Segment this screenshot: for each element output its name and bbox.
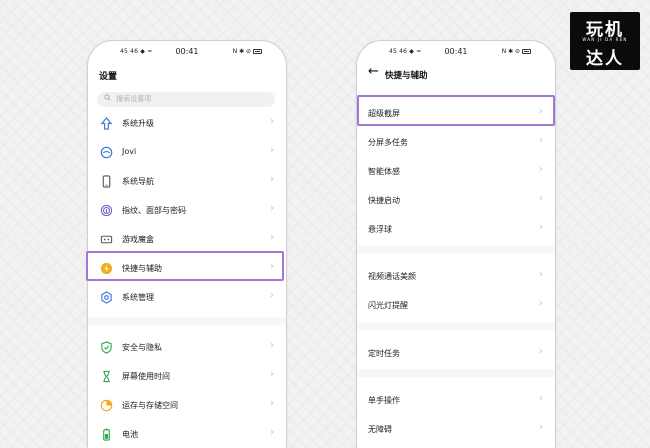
chevron-right-icon: › bbox=[270, 174, 274, 185]
battery-icon bbox=[99, 427, 113, 441]
shortcut-item-label: 智能体感 bbox=[368, 167, 400, 176]
settings-item-label: 指纹、面部与密码 bbox=[122, 206, 186, 215]
chevron-right-icon: › bbox=[270, 203, 274, 214]
shortcut-item-scheduled-tasks[interactable]: 定时任务 › bbox=[357, 339, 555, 367]
chevron-right-icon: › bbox=[539, 222, 543, 233]
settings-item-system-navigation[interactable]: 系统导航 › bbox=[88, 167, 286, 195]
shortcut-item-label: 分屏多任务 bbox=[368, 138, 408, 147]
status-bar: 45 46 ◆ ≈ 00:41 N ✱ ⊘ bbox=[88, 41, 286, 63]
chevron-right-icon: › bbox=[270, 369, 274, 380]
section-divider bbox=[357, 369, 555, 377]
shortcut-item-smart-motion[interactable]: 智能体感 › bbox=[357, 157, 555, 185]
back-arrow-icon[interactable]: ← bbox=[368, 64, 379, 79]
chevron-right-icon: › bbox=[539, 193, 543, 204]
phone-icon bbox=[99, 174, 113, 188]
chevron-right-icon: › bbox=[270, 232, 274, 243]
settings-item-battery[interactable]: 电池 › bbox=[88, 420, 286, 448]
brand-logo: 玩机 WAN JI DA REN 达人 bbox=[570, 12, 640, 70]
shortcut-item-one-handed[interactable]: 单手操作 › bbox=[357, 386, 555, 414]
shortcut-item-split-screen[interactable]: 分屏多任务 › bbox=[357, 128, 555, 156]
chevron-right-icon: › bbox=[539, 164, 543, 175]
battery-status-icon bbox=[522, 49, 531, 54]
search-icon bbox=[104, 92, 111, 107]
settings-item-label: 系统管理 bbox=[122, 293, 154, 302]
section-divider bbox=[357, 322, 555, 330]
page-title: 设置 bbox=[99, 72, 118, 82]
settings-item-system-update[interactable]: 系统升级 › bbox=[88, 109, 286, 137]
chevron-right-icon: › bbox=[539, 135, 543, 146]
shortcut-item-quick-launch[interactable]: 快捷启动 › bbox=[357, 186, 555, 214]
search-placeholder: 搜索设置项 bbox=[116, 95, 152, 103]
status-icons-text: N ✱ ⊘ bbox=[501, 48, 521, 55]
settings-phone: 45 46 ◆ ≈ 00:41 N ✱ ⊘ 设置 搜索设置项 系统升级 › Jo… bbox=[87, 40, 287, 448]
logo-line-2: 达人 bbox=[586, 49, 624, 69]
status-icons-text: N ✱ ⊘ bbox=[232, 48, 252, 55]
chevron-right-icon: › bbox=[539, 346, 543, 357]
settings-item-security-privacy[interactable]: 安全与隐私 › bbox=[88, 333, 286, 361]
chevron-right-icon: › bbox=[539, 422, 543, 433]
settings-item-storage[interactable]: 运存与存储空间 › bbox=[88, 391, 286, 419]
settings-item-label: 运存与存储空间 bbox=[122, 401, 178, 410]
settings-item-jovi[interactable]: Jovi › bbox=[88, 138, 286, 166]
settings-item-game-box[interactable]: 游戏魔盒 › bbox=[88, 225, 286, 253]
shortcut-item-label: 闪光灯提醒 bbox=[368, 301, 408, 310]
shield-icon bbox=[99, 340, 113, 354]
logo-tagline: WAN JI DA REN bbox=[582, 37, 628, 42]
status-icons: N ✱ ⊘ bbox=[233, 48, 262, 55]
hourglass-icon bbox=[99, 369, 113, 383]
settings-item-label: 屏幕使用时间 bbox=[122, 372, 170, 381]
settings-item-label: 电池 bbox=[122, 430, 138, 439]
arrow-up-icon bbox=[99, 116, 113, 130]
highlight-box-shortcuts bbox=[86, 251, 284, 281]
jovi-icon bbox=[99, 145, 113, 159]
shortcut-item-label: 悬浮球 bbox=[368, 225, 392, 234]
settings-item-label: 游戏魔盒 bbox=[122, 235, 154, 244]
battery-status-icon bbox=[253, 49, 262, 54]
game-box-icon bbox=[99, 232, 113, 246]
shortcut-item-video-beauty[interactable]: 视频通话美颜 › bbox=[357, 262, 555, 290]
chevron-right-icon: › bbox=[270, 290, 274, 301]
shortcut-item-floating-ball[interactable]: 悬浮球 › bbox=[357, 215, 555, 243]
settings-item-screen-time[interactable]: 屏幕使用时间 › bbox=[88, 362, 286, 390]
shortcut-item-label: 无障碍 bbox=[368, 425, 392, 434]
section-divider bbox=[357, 246, 555, 254]
shortcut-item-label: 快捷启动 bbox=[368, 196, 400, 205]
shortcut-item-label: 视频通话美颜 bbox=[368, 272, 416, 281]
highlight-box-super-screenshot bbox=[357, 95, 555, 126]
gear-icon bbox=[99, 290, 113, 304]
page-title: 快捷与辅助 bbox=[385, 71, 428, 81]
status-bar: 45 46 ◆ ≈ 00:41 N ✱ ⊘ bbox=[357, 41, 555, 63]
chevron-right-icon: › bbox=[539, 269, 543, 280]
chevron-right-icon: › bbox=[270, 340, 274, 351]
settings-item-label: 系统升级 bbox=[122, 119, 154, 128]
settings-item-label: 安全与隐私 bbox=[122, 343, 162, 352]
shortcut-item-label: 定时任务 bbox=[368, 349, 400, 358]
shortcut-item-accessibility[interactable]: 无障碍 › bbox=[357, 415, 555, 443]
chevron-right-icon: › bbox=[270, 398, 274, 409]
chevron-right-icon: › bbox=[539, 298, 543, 309]
shortcut-item-flash-reminder[interactable]: 闪光灯提醒 › bbox=[357, 291, 555, 319]
search-input[interactable]: 搜索设置项 bbox=[97, 92, 275, 107]
settings-item-fingerprint[interactable]: 指纹、面部与密码 › bbox=[88, 196, 286, 224]
settings-item-label: Jovi bbox=[122, 147, 137, 156]
chevron-right-icon: › bbox=[539, 393, 543, 404]
settings-item-label: 系统导航 bbox=[122, 177, 154, 186]
shortcut-item-label: 单手操作 bbox=[368, 396, 400, 405]
section-divider bbox=[88, 317, 286, 325]
status-icons: N ✱ ⊘ bbox=[502, 48, 531, 55]
settings-item-system-management[interactable]: 系统管理 › bbox=[88, 283, 286, 311]
chevron-right-icon: › bbox=[270, 427, 274, 438]
storage-icon bbox=[99, 398, 113, 412]
chevron-right-icon: › bbox=[270, 116, 274, 127]
chevron-right-icon: › bbox=[270, 145, 274, 156]
fingerprint-icon bbox=[99, 203, 113, 217]
